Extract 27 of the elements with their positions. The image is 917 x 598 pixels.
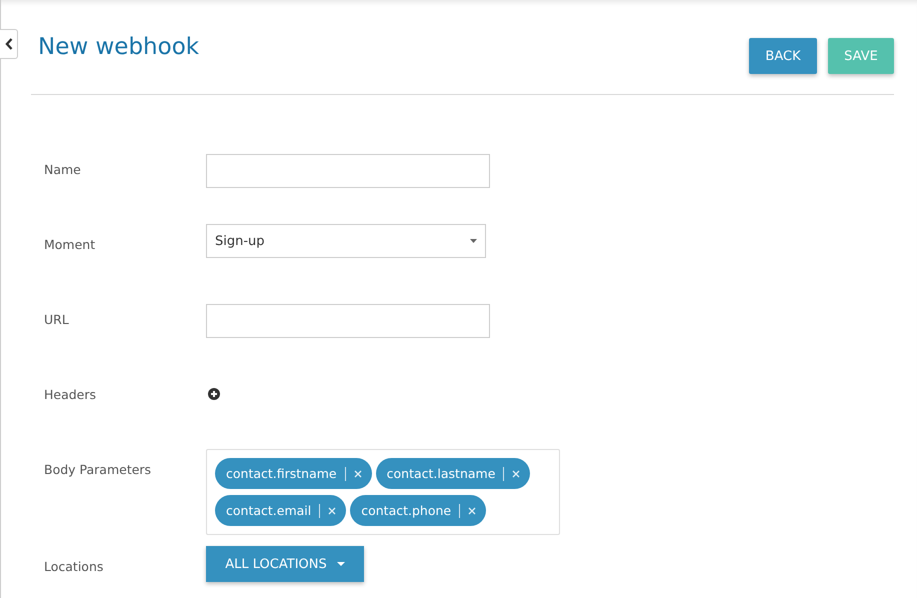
add-icon[interactable]	[208, 388, 220, 400]
text-field[interactable]	[206, 154, 490, 188]
tags-field[interactable]: contact.firstname contact.lastname contact.email contact.phone	[206, 449, 560, 535]
tag-label: contact.lastname	[386, 466, 496, 481]
dropdown-arrow-icon	[470, 239, 477, 243]
tag-label: contact.phone	[361, 503, 452, 518]
close-icon[interactable]	[468, 506, 476, 514]
field-label: URL	[44, 311, 70, 329]
field-label: Locations	[44, 558, 104, 576]
text-field[interactable]	[206, 304, 490, 338]
back-button[interactable]: BACK	[749, 38, 817, 74]
locations-dropdown[interactable]: ALL LOCATIONS	[206, 546, 364, 582]
page-title: New webhook	[38, 34, 200, 60]
tag-label: contact.email	[226, 503, 312, 518]
field-label: Name	[44, 161, 82, 179]
collapse-button[interactable]	[0, 29, 18, 59]
close-icon[interactable]	[512, 470, 520, 478]
save-button[interactable]: SAVE	[828, 38, 894, 74]
close-icon[interactable]	[354, 470, 362, 478]
field-label: Headers	[44, 386, 98, 404]
select-field[interactable]: Sign-up	[206, 224, 486, 258]
tag-label: contact.firstname	[226, 466, 337, 481]
chevron-left-icon	[4, 38, 12, 50]
caret-icon	[336, 562, 345, 566]
field-label: Moment	[44, 236, 96, 254]
field-label: Body Parameters	[44, 461, 152, 479]
close-icon[interactable]	[328, 506, 336, 514]
